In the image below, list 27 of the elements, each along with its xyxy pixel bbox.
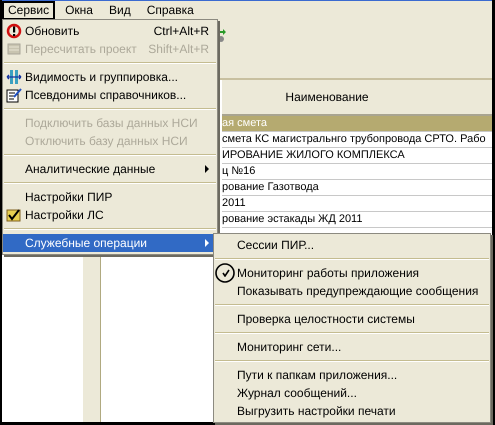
menu-item[interactable]: Обновить Ctrl+Alt+R xyxy=(3,22,217,40)
table-cell[interactable]: ИРОВАНИЕ ЖИЛОГО КОМПЛЕКСА xyxy=(222,148,492,164)
menu-item[interactable]: Аналитические данные xyxy=(3,160,217,178)
menu-item[interactable]: Вид xyxy=(102,0,137,20)
menu-item[interactable]: Видимость и группировка... xyxy=(3,68,217,86)
menu-item[interactable]: Окна xyxy=(59,0,99,20)
column-header[interactable]: Наименование xyxy=(285,90,369,104)
menu-item[interactable]: Показывать предупреждающие сообщения xyxy=(214,282,490,300)
table-icon xyxy=(6,41,22,57)
table-cell[interactable]: рование Газотвода xyxy=(222,180,492,196)
table-cell[interactable]: смета КС магистральнго трубопровода СРТО. Рабо xyxy=(222,132,492,148)
menu-item[interactable]: Настройки ЛС xyxy=(3,206,217,224)
menu-item[interactable]: Мониторинг сети... xyxy=(214,338,490,356)
menu-item[interactable]: Мониторинг работы приложения xyxy=(214,264,490,282)
menu-item[interactable]: Проверка целостности системы xyxy=(214,310,490,328)
menu-item[interactable]: Сессии ПИР... xyxy=(214,236,490,254)
table-cell[interactable]: ц №16 xyxy=(222,164,492,180)
menu-item[interactable]: Настройки ПИР xyxy=(3,188,217,206)
menu-item[interactable]: Псевдонимы справочников... xyxy=(3,86,217,104)
menu-item[interactable]: Пути к папкам приложения... xyxy=(214,366,490,384)
table-cell[interactable]: 2011 xyxy=(222,196,492,212)
columns-icon xyxy=(6,69,22,85)
menu-item[interactable]: Журнал сообщений... xyxy=(214,384,490,402)
document-pen-icon xyxy=(6,87,22,103)
table-cell[interactable]: рование эстакады ЖД 2011 xyxy=(222,212,492,228)
menu-item[interactable]: Справка xyxy=(140,0,200,20)
menu-item[interactable]: Выгрузить настройки печати xyxy=(214,402,490,420)
